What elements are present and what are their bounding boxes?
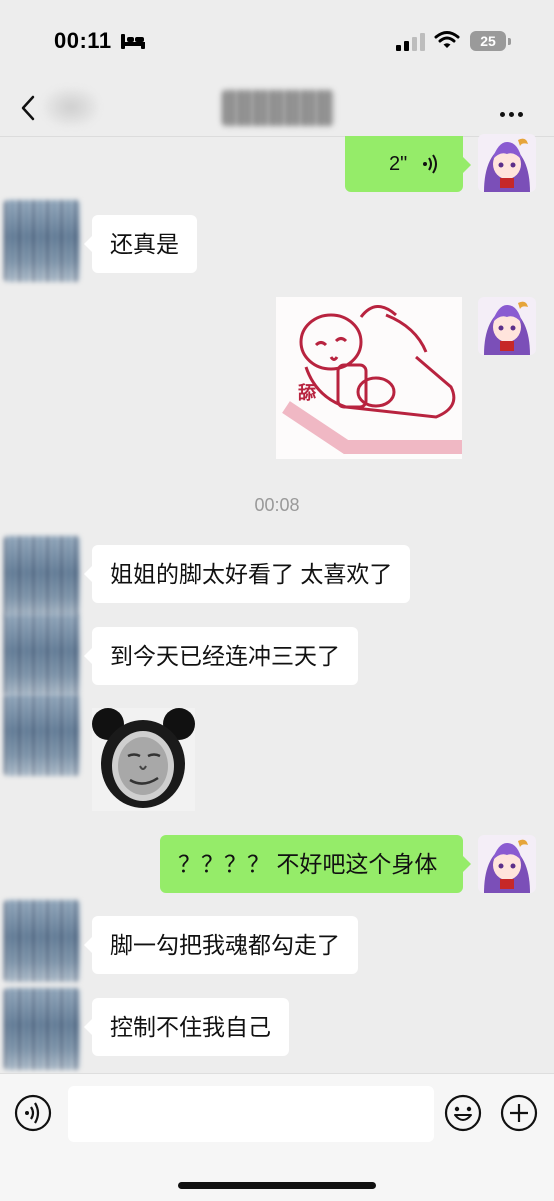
message-bubble[interactable]: ？？？？ 不好吧这个身体: [160, 835, 471, 893]
battery-tip: [508, 38, 511, 45]
contact-avatar[interactable]: [4, 200, 80, 282]
sticker-caption: 舔: [298, 383, 316, 403]
more-dots-icon[interactable]: [500, 104, 527, 122]
message-bubble[interactable]: 还真是: [84, 215, 197, 273]
plus-icon[interactable]: [500, 1094, 538, 1132]
unread-count-blurred: [44, 88, 98, 126]
contact-avatar[interactable]: [4, 536, 80, 618]
contact-avatar[interactable]: [4, 900, 80, 982]
home-indicator: [178, 1182, 376, 1189]
message-text: 姐姐的脚太好看了 太喜欢了: [110, 561, 393, 587]
message-text: 到今天已经连冲三天了: [110, 643, 340, 669]
emoji-icon[interactable]: [444, 1094, 482, 1132]
message-bubble[interactable]: 脚一勾把我魂都勾走了: [84, 916, 358, 974]
message-input[interactable]: [68, 1086, 434, 1142]
message-text: 还真是: [110, 231, 179, 257]
contact-avatar[interactable]: [4, 694, 80, 776]
message-bubble[interactable]: 姐姐的脚太好看了 太喜欢了: [83, 545, 411, 603]
my-avatar[interactable]: [478, 835, 536, 893]
battery-level: 25: [480, 33, 496, 49]
my-avatar[interactable]: [478, 134, 536, 192]
sleep-mode-icon: [121, 34, 145, 49]
chat-header: [0, 80, 554, 137]
message-text: 脚一勾把我魂都勾走了: [110, 932, 340, 958]
cellular-signal-icon: [396, 33, 425, 51]
contact-name-blurred: [222, 90, 334, 126]
contact-avatar[interactable]: [4, 988, 80, 1070]
voice-wave-icon: [423, 154, 437, 174]
battery-icon: 25: [470, 31, 506, 51]
message-text: 控制不住我自己: [110, 1014, 271, 1040]
voice-duration: 2": [389, 153, 408, 175]
contact-avatar[interactable]: [4, 614, 80, 696]
voice-message-bubble[interactable]: 2": [345, 136, 471, 192]
message-bubble[interactable]: 到今天已经连冲三天了: [84, 627, 358, 685]
sticker-image[interactable]: [92, 708, 195, 811]
status-time: 00:11: [54, 28, 112, 53]
chevron-left-icon[interactable]: [18, 94, 38, 122]
my-avatar[interactable]: [478, 297, 536, 355]
chat-timestamp: 00:08: [254, 495, 300, 515]
status-bar: 00:11 25: [0, 0, 554, 80]
message-text: ？？？？ 不好吧这个身体: [178, 851, 438, 877]
wifi-icon: [434, 31, 460, 48]
input-bar: [0, 1073, 554, 1201]
sticker-image[interactable]: 舔: [276, 297, 462, 459]
voice-wave-icon[interactable]: [14, 1094, 52, 1132]
message-bubble[interactable]: 控制不住我自己: [84, 998, 289, 1056]
